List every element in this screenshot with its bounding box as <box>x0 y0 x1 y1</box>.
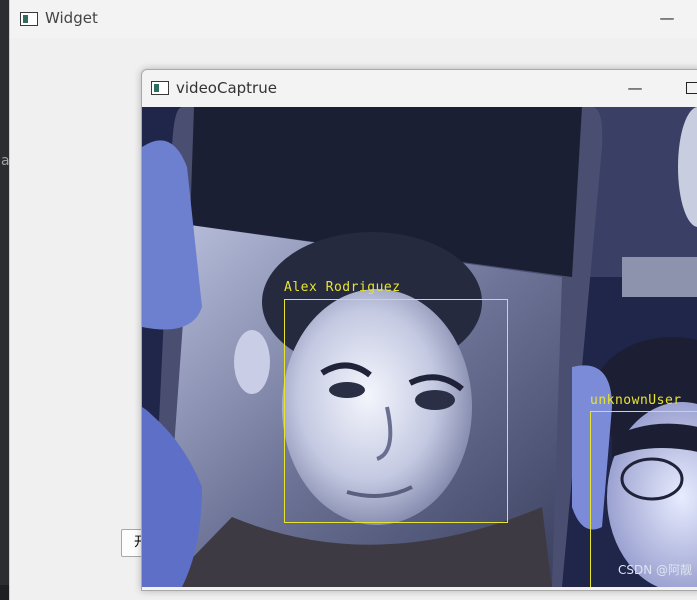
widget-titlebar[interactable]: Widget — <box>10 0 697 38</box>
window-app-icon <box>151 81 169 95</box>
face-label-1: Alex Rodriguez <box>284 280 401 295</box>
widget-minimize-button[interactable]: — <box>656 4 678 32</box>
video-capture-window: videoCaptrue — Alex Rodriguez unknownUse… <box>141 69 697 591</box>
video-titlebar[interactable]: videoCaptrue — <box>142 70 697 107</box>
video-maximize-button[interactable] <box>686 82 697 94</box>
watermark: CSDN @阿靓 <box>617 563 692 577</box>
face-box-1 <box>284 299 508 523</box>
face-label-2: unknownUser <box>590 393 682 408</box>
camera-feed: Alex Rodriguez unknownUser CSDN @阿靓 <box>142 107 697 587</box>
video-minimize-button[interactable]: — <box>625 75 645 101</box>
widget-title: Widget <box>45 9 98 27</box>
window-app-icon <box>20 12 38 26</box>
video-window-title: videoCaptrue <box>176 79 277 97</box>
